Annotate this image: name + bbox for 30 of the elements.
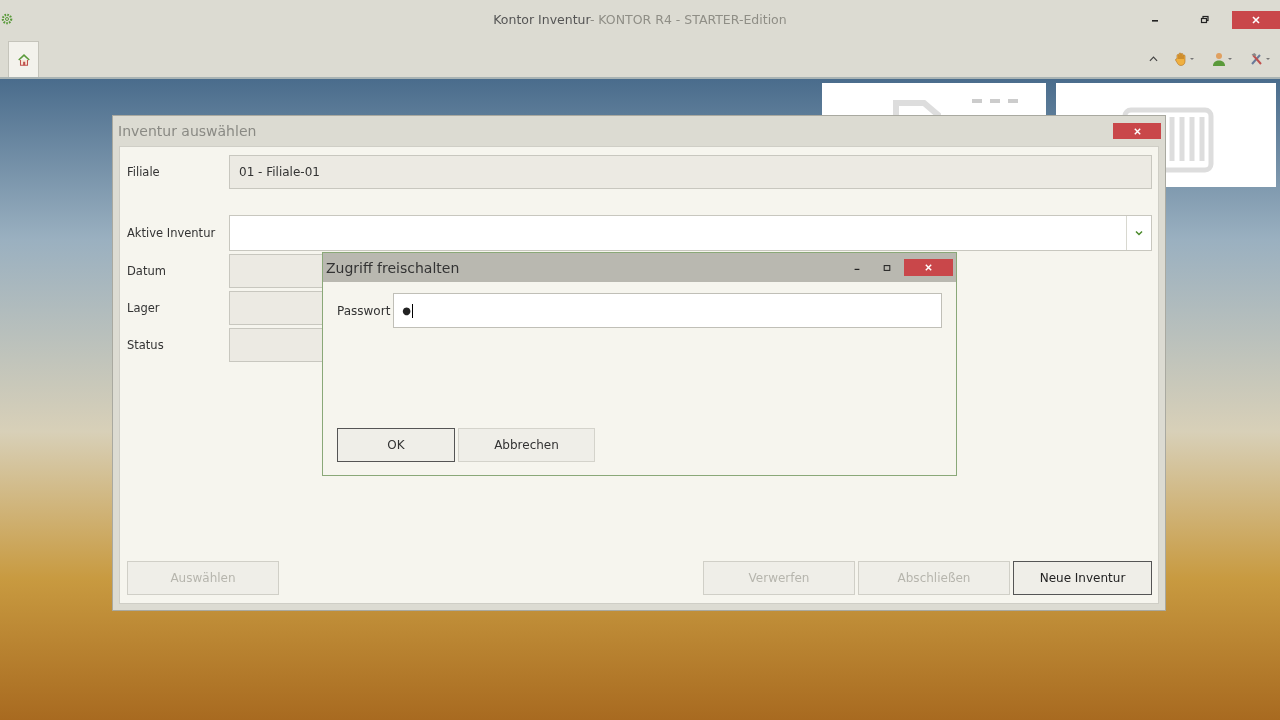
action-button[interactable]: Neue Inventur [1013, 561, 1152, 595]
field-label: Passwort [337, 303, 391, 318]
gear-icon [1, 13, 13, 25]
maximize-icon [883, 263, 891, 272]
close-icon [1132, 126, 1142, 136]
field-label: Status [127, 338, 165, 352]
user-icon[interactable] [1212, 52, 1234, 66]
tools-icon[interactable] [1250, 52, 1272, 66]
close-icon [924, 263, 933, 272]
readonly-field: 01 - Filiale-01 [229, 155, 1152, 189]
dropdown-field[interactable] [229, 215, 1152, 251]
chevron-up-icon[interactable] [1149, 56, 1158, 62]
field-label: Aktive Inventur [127, 226, 217, 240]
restore-icon [1200, 15, 1210, 25]
chevron-down-icon [1135, 230, 1143, 236]
password-field[interactable]: ● [393, 293, 942, 328]
hand-icon[interactable] [1174, 52, 1196, 66]
window-subtitle: - KONTOR R4 - STARTER-Edition [589, 12, 787, 27]
field-label: Lager [127, 301, 161, 315]
window-title: Kontor Inventur [493, 12, 590, 27]
home-tab[interactable] [8, 41, 39, 77]
field-label: Filiale [127, 165, 161, 179]
close-icon [1251, 15, 1261, 25]
close-button[interactable] [1113, 123, 1161, 139]
dialog-title: Inventur auswählen [118, 123, 257, 139]
dialog-button[interactable]: Abbrechen [458, 428, 595, 462]
home-icon [16, 52, 31, 67]
dialog-title: Zugriff freischalten [326, 259, 461, 276]
dialog-button[interactable]: OK [337, 428, 455, 462]
field-label: Datum [127, 264, 167, 278]
